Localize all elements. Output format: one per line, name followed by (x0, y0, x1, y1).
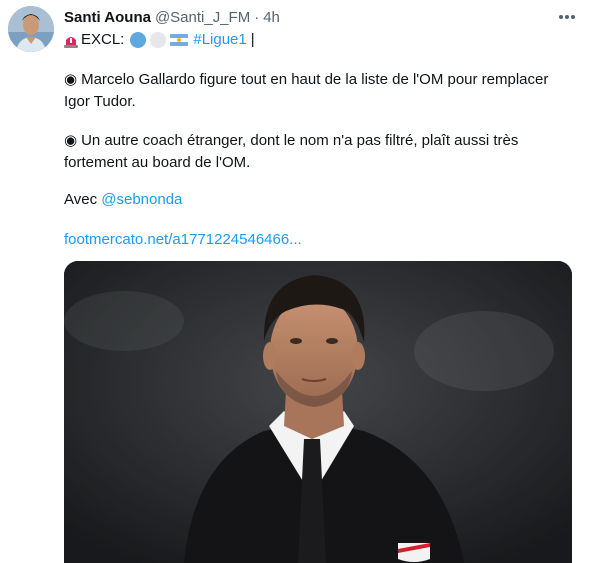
external-link-line: footmercato.net/a1771224546466... (64, 229, 302, 251)
more-horizontal-icon[interactable] (556, 7, 578, 27)
author-handle[interactable]: @Santi_J_FM (155, 9, 250, 26)
avatar-image (8, 6, 54, 52)
rotating-light-icon (64, 33, 78, 48)
tweet-header: Santi Aouna @Santi_J_FM · 4h (64, 6, 280, 28)
white-circle-icon (150, 32, 167, 48)
tweet-photo[interactable] (64, 261, 572, 563)
paragraph-2: ◉ Un autre coach étranger, dont le nom n'… (64, 130, 564, 174)
argentina-flag-icon (170, 34, 189, 46)
timestamp[interactable]: 4h (263, 9, 280, 26)
paragraph-1-text: Marcelo Gallardo figure tout en haut de … (64, 71, 549, 110)
hashtag-link[interactable]: #Ligue1 (193, 29, 246, 51)
tweet[interactable]: Santi Aouna @Santi_J_FM · 4h EXCL: #Ligu… (0, 0, 608, 563)
with-line: Avec @sebnonda (64, 189, 182, 211)
text-cursor: | (250, 31, 255, 48)
excl-label: EXCL: (81, 31, 125, 48)
blue-circle-icon (130, 32, 147, 48)
external-link[interactable]: footmercato.net/a1771224546466... (64, 231, 302, 248)
separator-dot: · (254, 8, 260, 26)
tweet-line1: EXCL: #Ligue1 | (64, 29, 255, 51)
bullet: ◉ (64, 132, 78, 149)
paragraph-1: ◉ Marcelo Gallardo figure tout en haut de… (64, 69, 564, 113)
author-name[interactable]: Santi Aouna (64, 9, 151, 26)
avatar[interactable] (8, 6, 54, 52)
mention-link[interactable]: @sebnonda (101, 191, 182, 208)
photo-image (64, 261, 572, 563)
paragraph-2-text: Un autre coach étranger, dont le nom n'a… (64, 132, 519, 171)
with-label: Avec (64, 191, 98, 208)
bullet: ◉ (64, 71, 78, 88)
